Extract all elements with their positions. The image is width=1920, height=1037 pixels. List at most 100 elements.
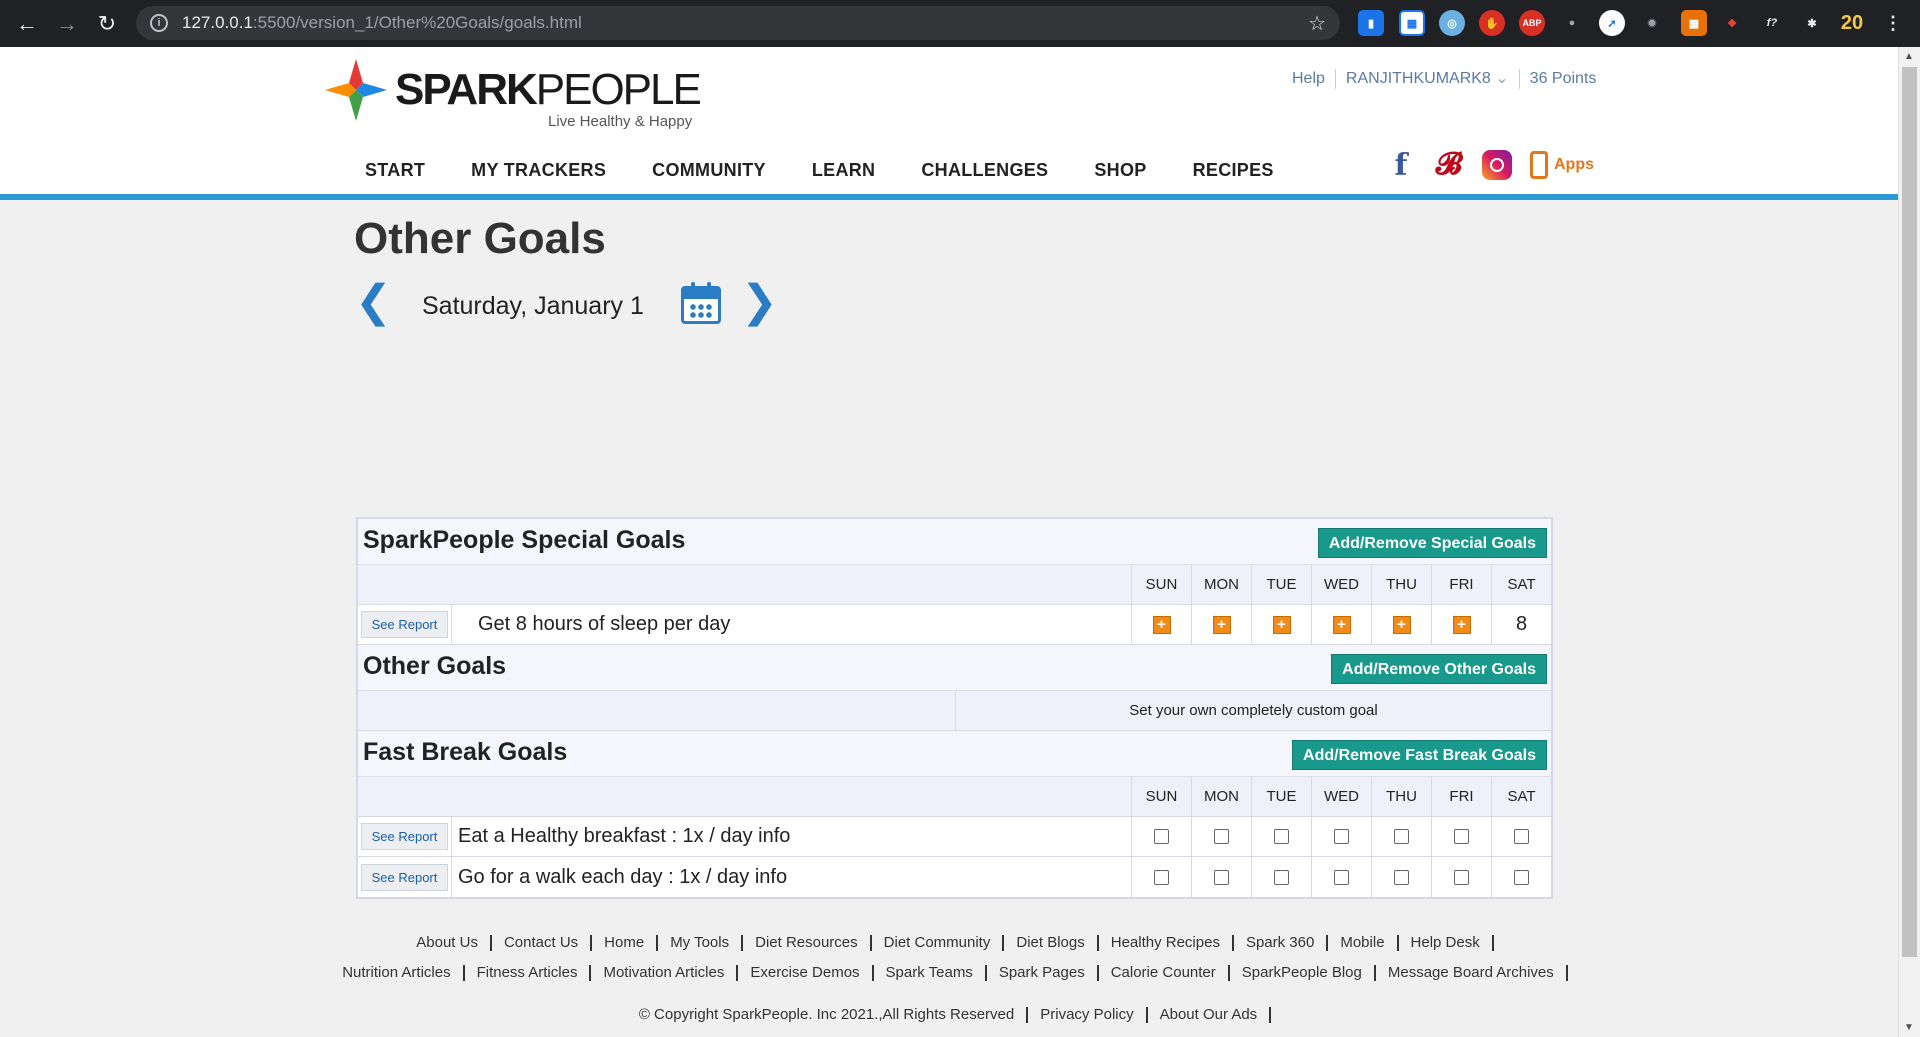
bookmark-extension-icon[interactable]: ▮ xyxy=(1358,10,1384,36)
color-extension-icon[interactable]: ❖ xyxy=(1719,10,1745,36)
add-entry-icon[interactable]: + xyxy=(1332,615,1351,634)
footer-link[interactable]: Healthy Recipes xyxy=(1099,935,1234,951)
custom-goal-text[interactable]: Set your own completely custom goal xyxy=(956,691,1551,730)
page-scrollbar[interactable]: ▲ ▼ xyxy=(1898,47,1920,1037)
see-report-button[interactable]: See Report xyxy=(360,611,449,638)
add-remove-special-goals-button[interactable]: Add/Remove Special Goals xyxy=(1317,528,1547,558)
footer-link[interactable]: Calorie Counter xyxy=(1099,965,1230,981)
footer-link[interactable]: Spark Teams xyxy=(874,965,987,981)
username-dropdown[interactable]: RANJITHKUMARK8 ⌄ xyxy=(1336,69,1520,89)
reload-icon[interactable]: ↻ xyxy=(87,0,127,47)
day-checkbox[interactable] xyxy=(1334,829,1349,844)
nav-my-trackers[interactable]: MY TRACKERS xyxy=(448,160,629,181)
footer-link[interactable]: Exercise Demos xyxy=(738,965,874,981)
scroll-down-icon[interactable]: ▼ xyxy=(1904,1022,1914,1033)
nav-learn[interactable]: LEARN xyxy=(789,160,899,181)
grid-extension-icon[interactable]: ▦ xyxy=(1399,10,1425,36)
sleep-hours-value[interactable]: 8 xyxy=(1516,613,1527,636)
cog-extension-icon[interactable]: ✹ xyxy=(1639,10,1665,36)
add-entry-icon[interactable]: + xyxy=(1212,615,1231,634)
add-entry-icon[interactable]: + xyxy=(1392,615,1411,634)
day-checkbox[interactable] xyxy=(1214,829,1229,844)
footer-link[interactable]: My Tools xyxy=(658,935,744,951)
footer-link[interactable]: Diet Blogs xyxy=(1004,935,1099,951)
about-our-ads-link[interactable]: About Our Ads xyxy=(1148,1007,1272,1023)
footer-link[interactable]: Message Board Archives xyxy=(1376,965,1568,981)
help-link[interactable]: Help xyxy=(1282,69,1336,89)
bookmark-star-icon[interactable]: ☆ xyxy=(1308,11,1326,36)
logo-bold-text: SPARK xyxy=(395,65,538,114)
footer-link[interactable]: SparkPeople Blog xyxy=(1230,965,1376,981)
see-report-button[interactable]: See Report xyxy=(360,823,449,850)
day-tue: TUE xyxy=(1251,565,1311,604)
nav-start[interactable]: START xyxy=(342,160,448,181)
off-extension-icon[interactable]: ▦ xyxy=(1681,10,1707,36)
day-checkbox[interactable] xyxy=(1214,869,1229,885)
day-checkbox[interactable] xyxy=(1274,869,1289,885)
nav-shop[interactable]: SHOP xyxy=(1071,160,1169,181)
privacy-policy-link[interactable]: Privacy Policy xyxy=(1028,1007,1148,1023)
custom-goal-row: Set your own completely custom goal xyxy=(358,691,1551,731)
nav-challenges[interactable]: CHALLENGES xyxy=(898,160,1071,181)
add-entry-icon[interactable]: + xyxy=(1272,615,1291,634)
site-info-icon[interactable]: i xyxy=(150,14,168,32)
ring-extension-icon[interactable]: ◎ xyxy=(1439,10,1465,36)
facebook-icon[interactable]: f xyxy=(1386,148,1416,183)
scroll-up-icon[interactable]: ▲ xyxy=(1904,51,1914,62)
back-icon[interactable]: ← xyxy=(7,0,47,47)
day-checkbox[interactable] xyxy=(1394,829,1409,844)
see-report-button[interactable]: See Report xyxy=(360,863,449,891)
counter-extension-icon[interactable]: 20 xyxy=(1839,10,1865,36)
points-link[interactable]: 36 Points xyxy=(1520,69,1607,89)
day-checkbox[interactable] xyxy=(1454,869,1469,885)
hand-extension-icon[interactable]: ✋ xyxy=(1479,10,1505,36)
compass-extension-icon[interactable]: ➚ xyxy=(1599,10,1625,36)
nav-recipes[interactable]: RECIPES xyxy=(1170,160,1297,181)
footer-link[interactable]: Nutrition Articles xyxy=(330,965,465,981)
footer-link[interactable]: Motivation Articles xyxy=(591,965,739,981)
footer-link[interactable]: Mobile xyxy=(1328,935,1399,951)
footer-link[interactable]: Diet Community xyxy=(872,935,1005,951)
footer-link[interactable]: Spark Pages xyxy=(987,965,1099,981)
day-checkbox[interactable] xyxy=(1154,829,1169,844)
apps-link[interactable]: Apps xyxy=(1530,151,1594,179)
font-extension-icon[interactable]: f? xyxy=(1759,10,1785,36)
footer-link[interactable]: Contact Us xyxy=(492,935,593,951)
pinterest-icon[interactable]: 𝓑 xyxy=(1434,148,1464,181)
add-entry-icon[interactable]: + xyxy=(1452,615,1471,634)
table-row: See Report Get 8 hours of sleep per day … xyxy=(358,605,1551,645)
add-remove-fast-break-goals-button[interactable]: Add/Remove Fast Break Goals xyxy=(1292,740,1547,770)
footer-link[interactable]: About Us xyxy=(404,935,492,951)
footer-link[interactable]: Diet Resources xyxy=(743,935,872,951)
puzzle-extension-icon[interactable]: ✱ xyxy=(1799,10,1825,36)
mouse-extension-icon[interactable]: ● xyxy=(1559,10,1585,36)
day-checkbox[interactable] xyxy=(1334,869,1349,885)
scrollbar-thumb[interactable] xyxy=(1902,67,1917,957)
footer-link[interactable]: Fitness Articles xyxy=(465,965,592,981)
previous-day-icon[interactable]: ❮ xyxy=(355,280,392,330)
day-checkbox[interactable] xyxy=(1394,869,1409,885)
nav-community[interactable]: COMMUNITY xyxy=(629,160,789,181)
forward-icon[interactable]: → xyxy=(47,0,87,47)
day-checkbox[interactable] xyxy=(1154,869,1169,885)
adblock-extension-icon[interactable]: ABP xyxy=(1519,10,1545,36)
add-remove-other-goals-button[interactable]: Add/Remove Other Goals xyxy=(1331,654,1547,684)
goals-table: SparkPeople Special Goals Add/Remove Spe… xyxy=(356,517,1553,899)
day-checkbox[interactable] xyxy=(1514,869,1529,885)
footer-link[interactable]: Spark 360 xyxy=(1234,935,1329,951)
chevron-down-icon: ⌄ xyxy=(1495,70,1509,87)
special-goals-title: SparkPeople Special Goals xyxy=(363,526,686,554)
add-entry-icon[interactable]: + xyxy=(1152,615,1171,634)
address-bar[interactable]: i 127.0.0.1:5500/version_1/Other%20Goals… xyxy=(136,6,1340,40)
calendar-icon[interactable] xyxy=(681,282,721,324)
menu-icon[interactable]: ⋮ xyxy=(1880,10,1906,36)
footer-link[interactable]: Help Desk xyxy=(1399,935,1494,951)
browser-toolbar: ← → ↻ i 127.0.0.1:5500/version_1/Other%2… xyxy=(0,0,1920,47)
day-checkbox[interactable] xyxy=(1514,829,1529,844)
day-checkbox[interactable] xyxy=(1454,829,1469,844)
day-checkbox[interactable] xyxy=(1274,829,1289,844)
footer-link[interactable]: Home xyxy=(592,935,659,951)
next-day-icon[interactable]: ❯ xyxy=(741,280,778,330)
instagram-icon[interactable] xyxy=(1482,150,1512,180)
day-wed: WED xyxy=(1311,565,1371,604)
